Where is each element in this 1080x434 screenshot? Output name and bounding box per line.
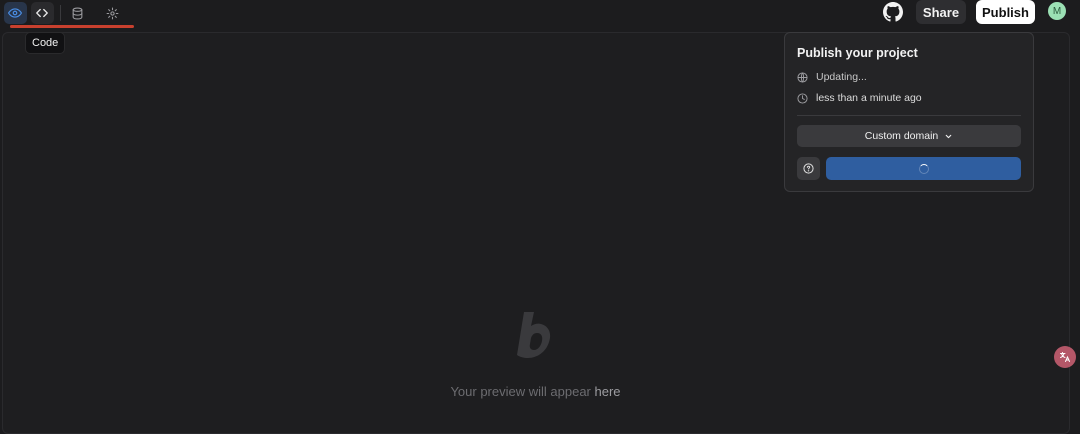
time-text: less than a minute ago (816, 92, 922, 104)
loading-spinner-icon (918, 163, 929, 174)
preview-placeholder: Your preview will appear here (0, 384, 1071, 399)
toolbar-divider (59, 5, 61, 21)
code-icon (36, 8, 49, 18)
help-button[interactable] (797, 157, 820, 180)
preview-placeholder-text: Your preview will appear (450, 384, 595, 399)
code-tooltip: Code (25, 32, 66, 54)
publish-button[interactable]: Publish (976, 0, 1035, 24)
database-icon (72, 7, 83, 19)
publish-progress-button[interactable] (826, 157, 1021, 180)
clock-icon (797, 92, 808, 104)
top-bar: Share Publish M (0, 0, 1080, 30)
custom-domain-button[interactable]: Custom domain (797, 125, 1021, 147)
publish-popover: Publish your project Updating... less th… (784, 32, 1034, 192)
gear-icon (106, 7, 119, 19)
app-window: Share Publish M Your preview will appear… (0, 0, 1080, 434)
globe-icon (797, 71, 808, 83)
code-tab[interactable] (30, 2, 54, 24)
avatar[interactable]: M (1048, 2, 1066, 20)
popover-divider (797, 115, 1021, 116)
custom-domain-label: Custom domain (864, 130, 939, 142)
share-button[interactable]: Share (916, 0, 966, 24)
chevron-down-icon (945, 134, 952, 138)
settings-tab[interactable] (101, 2, 124, 24)
view-toolbar (4, 1, 128, 25)
status-text: Updating... (816, 71, 867, 83)
database-tab[interactable] (66, 2, 89, 24)
preview-tab[interactable] (4, 2, 27, 24)
bolt-logo-icon (517, 312, 551, 358)
eye-icon (8, 8, 23, 18)
time-row: less than a minute ago (797, 92, 922, 104)
popover-title: Publish your project (797, 46, 918, 60)
annotation-underline (10, 25, 134, 28)
help-circle-icon (803, 163, 814, 174)
preview-placeholder-emphasis: here (594, 384, 621, 399)
github-icon[interactable] (883, 2, 903, 22)
translate-icon[interactable] (1054, 346, 1076, 368)
status-row: Updating... (797, 71, 867, 83)
